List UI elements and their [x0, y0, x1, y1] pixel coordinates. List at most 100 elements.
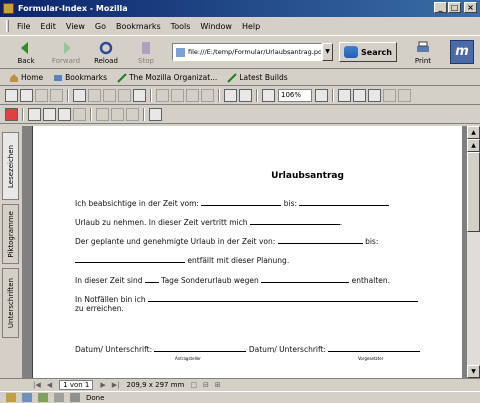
web-capture-icon[interactable]: [149, 108, 162, 121]
last-page-button[interactable]: ▶|: [112, 381, 120, 389]
actual-size-icon[interactable]: [338, 89, 351, 102]
search-button[interactable]: Search: [339, 42, 397, 62]
menu-tools[interactable]: Tools: [166, 22, 196, 31]
navigator-icon[interactable]: [6, 393, 16, 402]
menu-file[interactable]: File: [12, 22, 35, 31]
chat-icon[interactable]: [70, 393, 80, 402]
addressbook-icon[interactable]: [54, 393, 64, 402]
scroll-thumb[interactable]: [467, 152, 480, 232]
fit-width-icon[interactable]: [368, 89, 381, 102]
highlight-tool-icon[interactable]: [126, 108, 139, 121]
copy-icon[interactable]: [50, 89, 63, 102]
fit-icon[interactable]: [118, 89, 131, 102]
separator: [150, 89, 152, 102]
search-icon: [344, 46, 358, 58]
menu-view[interactable]: View: [61, 22, 90, 31]
bookmark-bookmarks[interactable]: Bookmarks: [48, 73, 112, 83]
single-page-icon[interactable]: □: [190, 381, 197, 389]
email-icon[interactable]: [35, 89, 48, 102]
bookmark-home[interactable]: Home: [4, 73, 48, 83]
window-title: Formular-Index - Mozilla: [18, 4, 128, 13]
supervisor-signature-field[interactable]: [328, 344, 421, 352]
menu-go[interactable]: Go: [90, 22, 111, 31]
hand-tool-icon[interactable]: [28, 108, 41, 121]
acrobat-toolbar-1: 106%: [0, 87, 480, 105]
first-page-icon[interactable]: [156, 89, 169, 102]
tab-bookmarks[interactable]: Lesezeichen: [2, 132, 19, 200]
applicant-signature-field[interactable]: [154, 344, 247, 352]
close-button[interactable]: ×: [464, 2, 477, 13]
back-arrow-icon: [21, 41, 28, 54]
navigation-pane-icon[interactable]: [133, 89, 146, 102]
find-icon[interactable]: [73, 89, 86, 102]
scroll-up-button[interactable]: ▲: [467, 126, 480, 139]
scroll-up-alt-button[interactable]: ▲: [467, 139, 480, 152]
to-date-field[interactable]: [299, 198, 390, 206]
search-doc-icon[interactable]: [88, 89, 101, 102]
menu-bar: File Edit View Go Bookmarks Tools Window…: [0, 18, 480, 34]
tab-signatures[interactable]: Unterschriften: [2, 268, 19, 338]
facing-page-icon[interactable]: ⊞: [215, 381, 221, 389]
prev-page-button[interactable]: ◀: [47, 381, 52, 389]
bookmark-latest-builds[interactable]: Latest Builds: [222, 72, 292, 83]
first-page-button[interactable]: |◀: [33, 381, 41, 389]
special-reason-field[interactable]: [261, 275, 350, 283]
back-button[interactable]: Back: [6, 40, 46, 65]
previous-page-icon[interactable]: [171, 89, 184, 102]
next-page-button[interactable]: ▶: [100, 381, 105, 389]
url-input[interactable]: file:///E:/temp/Formular/Urlaubsantrag.p…: [172, 43, 322, 61]
next-view-icon[interactable]: [239, 89, 252, 102]
menu-bookmarks[interactable]: Bookmarks: [111, 22, 166, 31]
document-viewport[interactable]: Urlaubsantrag Ich beabsichtige in der Ze…: [22, 126, 467, 378]
print-doc-icon[interactable]: [20, 89, 33, 102]
mozilla-throbber-logo[interactable]: m: [450, 40, 474, 64]
planned-to-field[interactable]: [75, 255, 185, 263]
url-history-dropdown[interactable]: ▼: [322, 43, 333, 61]
toolbar-grip[interactable]: [6, 20, 9, 32]
substitute-field[interactable]: [249, 217, 340, 225]
reload-button[interactable]: Reload: [86, 40, 126, 65]
menu-edit[interactable]: Edit: [35, 22, 61, 31]
pencil-tool-icon[interactable]: [111, 108, 124, 121]
zoom-input[interactable]: 106%: [278, 89, 312, 102]
print-button[interactable]: Print: [403, 40, 443, 65]
emergency-contact-field[interactable]: [147, 294, 418, 302]
composer-icon[interactable]: [38, 393, 48, 402]
menu-window[interactable]: Window: [195, 22, 237, 31]
rotate-icon[interactable]: [103, 89, 116, 102]
mail-icon[interactable]: [22, 393, 32, 402]
last-page-icon[interactable]: [201, 89, 214, 102]
separator: [332, 89, 334, 102]
tab-thumbnails[interactable]: Piktogramme: [2, 204, 19, 264]
previous-view-icon[interactable]: [224, 89, 237, 102]
page-number-field[interactable]: 1 von 1: [59, 379, 94, 390]
next-page-icon[interactable]: [186, 89, 199, 102]
from-date-field[interactable]: [201, 198, 282, 206]
planned-from-field[interactable]: [277, 236, 363, 244]
form-line-1: Ich beabsichtige in der Zeit vom: bis:: [75, 198, 390, 208]
zoom-tool-icon[interactable]: [43, 108, 56, 121]
bookmark-mozilla-org[interactable]: The Mozilla Organizat...: [112, 72, 222, 83]
more-tools-icon[interactable]: [398, 89, 411, 102]
navigation-toolbar: Back Forward Reload Stop file:///E:/temp…: [0, 35, 480, 69]
maximize-button[interactable]: □: [448, 2, 461, 13]
acrobat-logo-icon[interactable]: [5, 108, 18, 121]
stop-button[interactable]: Stop: [126, 40, 166, 65]
zoom-out-icon[interactable]: [262, 89, 275, 102]
scroll-down-button[interactable]: ▼: [467, 365, 480, 378]
supervisor-caption: Vorgesetzter: [358, 356, 384, 361]
menu-help[interactable]: Help: [237, 22, 265, 31]
text-select-tool-icon[interactable]: [58, 108, 71, 121]
note-tool-icon[interactable]: [96, 108, 109, 121]
fit-page-icon[interactable]: [353, 89, 366, 102]
continuous-page-icon[interactable]: ⊟: [203, 381, 209, 389]
special-days-field[interactable]: [144, 275, 159, 283]
bookmarks-icon: [54, 74, 63, 81]
vertical-scrollbar[interactable]: ▲ ▲ ▼: [467, 126, 480, 378]
zoom-in-icon[interactable]: [315, 89, 328, 102]
save-icon[interactable]: [5, 89, 18, 102]
reflow-icon[interactable]: [383, 89, 396, 102]
snapshot-tool-icon[interactable]: [73, 108, 86, 121]
minimize-button[interactable]: _: [434, 2, 447, 13]
forward-button[interactable]: Forward: [46, 40, 86, 65]
